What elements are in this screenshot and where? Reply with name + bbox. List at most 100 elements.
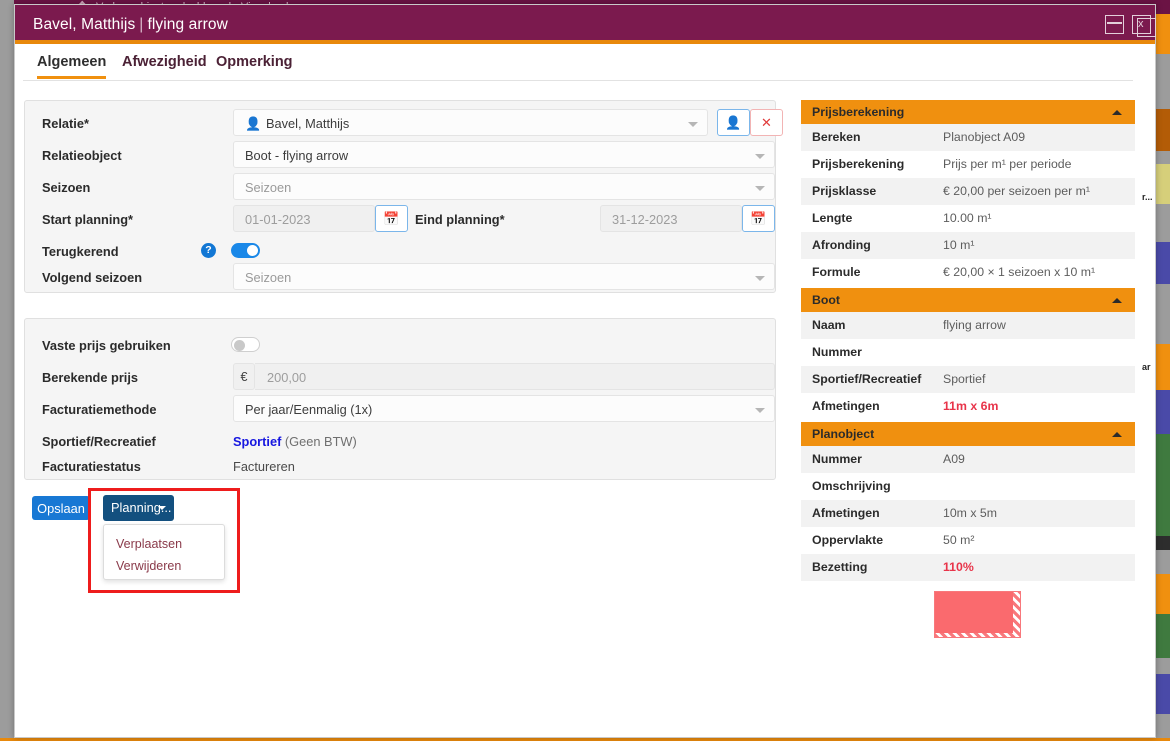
background-planner-block — [1156, 486, 1170, 536]
detail-row: Afmetingen 10m x 5m — [801, 500, 1135, 527]
field-row-facturatiemethode: Facturatiemethode Per jaar/Eenmalig (1x) — [25, 395, 777, 427]
relatie-clear-button[interactable]: ✕ — [750, 109, 783, 136]
occupancy-overflow-diagram — [801, 581, 1135, 651]
relatie-person-select-button[interactable]: 👤 — [717, 109, 750, 136]
screen-root: Verhuurobjecten dashboard - Visuele plan… — [0, 0, 1170, 741]
chevron-down-icon — [755, 154, 765, 159]
detail-value: A09 — [943, 452, 965, 466]
background-planner-block — [1156, 614, 1170, 658]
label-facturatiemethode: Facturatiemethode — [42, 402, 157, 417]
start-planning-input[interactable]: 01-01-2023 — [233, 205, 375, 232]
calendar-icon: 📅 — [383, 211, 400, 226]
close-window-glyph: x — [1137, 18, 1156, 37]
background-planner-block — [1156, 536, 1170, 550]
chevron-down-icon — [755, 408, 765, 413]
toggle-knob — [234, 339, 245, 351]
background-planner-block — [1156, 164, 1170, 204]
label-facturatiestatus: Facturatiestatus — [42, 459, 141, 474]
background-planner-block — [1156, 109, 1170, 151]
relatieobject-select[interactable]: Boot - flying arrow — [233, 141, 775, 168]
start-planning-calendar-button[interactable]: 📅 — [375, 205, 408, 232]
tab-algemeen[interactable]: Algemeen — [37, 54, 107, 79]
relatieobject-value: Boot - flying arrow — [245, 148, 349, 163]
dialog-title-relation: Bavel, Matthijs — [33, 16, 136, 33]
currency-prefix: € — [233, 363, 255, 390]
occupancy-filled-area — [935, 592, 1013, 633]
dialog-title: Bavel, Matthijs | flying arrow — [33, 16, 228, 34]
detail-key: Nummer — [812, 452, 862, 466]
section-header-prijsberekening[interactable]: Prijsberekening — [801, 100, 1135, 124]
pricing-fields-panel: Vaste prijs gebruiken Berekende prijs € … — [24, 318, 776, 480]
label-relatie: Relatie* — [42, 116, 89, 131]
clear-x-icon: ✕ — [761, 115, 772, 130]
background-planner-block — [1156, 674, 1170, 714]
dialog-title-object: flying arrow — [147, 16, 228, 33]
detail-value: 10.00 m¹ — [943, 211, 992, 225]
field-row-relatieobject: Relatieobject Boot - flying arrow — [25, 141, 777, 173]
planning-dropdown-button[interactable]: Planning... — [103, 495, 174, 521]
relatie-select[interactable]: 👤 Bavel, Matthijs — [233, 109, 708, 136]
detail-key: Formule — [812, 265, 861, 279]
section-header-boot[interactable]: Boot — [801, 288, 1135, 312]
detail-row: Afmetingen 11m x 6m — [801, 393, 1135, 420]
detail-key: Oppervlakte — [812, 533, 884, 547]
detail-row: Prijsberekening Prijs per m¹ per periode — [801, 151, 1135, 178]
chevron-down-icon — [688, 122, 698, 127]
planning-dropdown-menu: Verplaatsen Verwijderen — [103, 524, 225, 580]
calendar-icon: 📅 — [750, 211, 767, 226]
section-header-planobject[interactable]: Planobject — [801, 422, 1135, 446]
chevron-up-icon — [1112, 110, 1122, 115]
section-title: Boot — [812, 293, 840, 307]
background-planner-block — [1156, 344, 1170, 390]
dialog-title-separator: | — [139, 16, 144, 33]
label-start-planning: Start planning* — [42, 212, 134, 227]
berekende-prijs-input[interactable]: 200,00 — [255, 363, 775, 390]
detail-value: Planobject A09 — [943, 130, 1026, 144]
volgend-seizoen-select[interactable]: Seizoen — [233, 263, 775, 290]
detail-value: 10 m¹ — [943, 238, 975, 252]
seizoen-select[interactable]: Seizoen — [233, 173, 775, 200]
detail-value: 110% — [943, 560, 974, 574]
detail-value: 10m x 5m — [943, 506, 997, 520]
dialog-titlebar: Bavel, Matthijs | flying arrow x — [15, 5, 1156, 44]
detail-key: Afmetingen — [812, 399, 880, 413]
detail-value: Prijs per m¹ per periode — [943, 157, 1072, 171]
detail-row: Nummer A09 — [801, 446, 1135, 473]
facturatiemethode-select[interactable]: Per jaar/Eenmalig (1x) — [233, 395, 775, 422]
detail-value: flying arrow — [943, 318, 1006, 332]
sidebar-section-prijsberekening: Prijsberekening Bereken Planobject A09 Prij… — [801, 100, 1135, 286]
detail-value: Sportief — [943, 372, 986, 386]
sidebar-section-planobject: Planobject Nummer A09 Omschrijving Afmetinge… — [801, 422, 1135, 651]
detail-key: Nummer — [812, 345, 862, 359]
detail-key: Afronding — [812, 238, 871, 252]
background-planner-label: ar — [1142, 362, 1151, 372]
berekende-prijs-placeholder: 200,00 — [267, 370, 307, 385]
menu-item-verplaatsen[interactable]: Verplaatsen — [116, 537, 182, 551]
vaste-prijs-toggle[interactable] — [231, 337, 260, 352]
tab-afwezigheid[interactable]: Afwezigheid — [122, 54, 207, 78]
sportief-link[interactable]: Sportief — [233, 434, 281, 449]
label-relatieobject: Relatieobject — [42, 148, 122, 163]
detail-key: Bezetting — [812, 560, 868, 574]
restore-window-icon[interactable] — [1105, 15, 1124, 34]
field-row-seizoen: Seizoen Seizoen — [25, 173, 777, 205]
tab-opmerking[interactable]: Opmerking — [216, 54, 293, 78]
label-berekende-prijs: Berekende prijs — [42, 370, 139, 385]
detail-row: Afronding 10 m¹ — [801, 232, 1135, 259]
detail-key: Omschrijving — [812, 479, 891, 493]
menu-item-verwijderen[interactable]: Verwijderen — [116, 559, 181, 573]
eind-planning-input[interactable]: 31-12-2023 — [600, 205, 742, 232]
sportief-value: Sportief (Geen BTW) — [233, 434, 357, 449]
label-vaste-prijs: Vaste prijs gebruiken — [42, 338, 171, 353]
save-button-label: Opslaan — [37, 501, 85, 516]
eind-planning-calendar-button[interactable]: 📅 — [742, 205, 775, 232]
chevron-up-icon — [1112, 298, 1122, 303]
label-seizoen: Seizoen — [42, 180, 91, 195]
field-row-volgend-seizoen: Volgend seizoen Seizoen — [25, 263, 777, 295]
help-question-icon[interactable]: ? — [201, 243, 216, 258]
terugkerend-toggle[interactable] — [231, 243, 260, 258]
eind-planning-placeholder: 31-12-2023 — [612, 212, 678, 227]
detail-row: Formule € 20,00 × 1 seizoen x 10 m¹ — [801, 259, 1135, 286]
save-button[interactable]: Opslaan — [32, 496, 90, 520]
field-row-facturatiestatus: Facturatiestatus Factureren — [25, 452, 777, 484]
